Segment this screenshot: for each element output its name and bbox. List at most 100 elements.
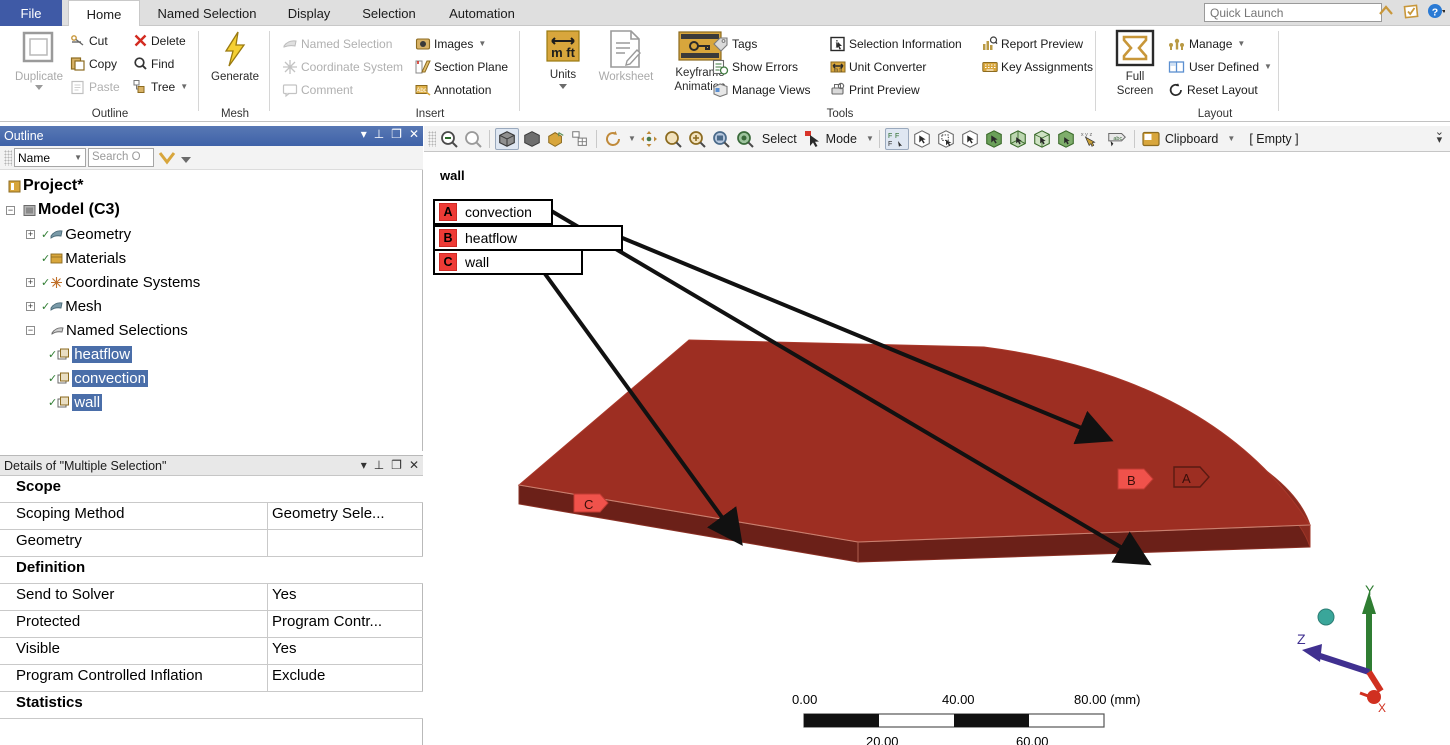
cut-button[interactable]: Cut bbox=[70, 31, 108, 50]
rotate-dropdown-icon[interactable]: ▼ bbox=[628, 134, 636, 143]
show-errors-button[interactable]: Show Errors bbox=[712, 57, 798, 76]
details-value-send-to-solver[interactable]: Yes bbox=[268, 584, 423, 610]
tree-item-geometry[interactable]: + ✓ Geometry bbox=[0, 222, 423, 246]
tab-selection[interactable]: Selection bbox=[350, 0, 428, 26]
details-value-visible[interactable]: Yes bbox=[268, 638, 423, 664]
outline-close-icon[interactable]: ✕ bbox=[409, 127, 419, 141]
rotate-button[interactable] bbox=[602, 128, 624, 150]
key-assignments-button[interactable]: Key Assignments bbox=[982, 57, 1093, 76]
selection-information-button[interactable]: i Selection Information bbox=[830, 34, 962, 53]
tree-item-mesh[interactable]: + ✓ Mesh bbox=[0, 294, 423, 318]
manage-views-button[interactable]: Manage Views bbox=[712, 80, 811, 99]
duplicate-button[interactable]: Duplicate bbox=[4, 29, 74, 91]
single-select-button[interactable] bbox=[911, 128, 933, 150]
mode-dropdown-icon[interactable]: ▼ bbox=[866, 134, 874, 143]
tree-item-project[interactable]: Project* bbox=[0, 174, 423, 198]
outline-filter-dropdown[interactable]: Name ▼ bbox=[14, 148, 86, 167]
user-defined-dropdown-icon[interactable]: ▼ bbox=[1264, 62, 1272, 71]
tree-item-wall[interactable]: ✓ wall bbox=[0, 390, 423, 414]
details-value-geometry[interactable] bbox=[268, 530, 423, 556]
zoom-to-fit-button[interactable] bbox=[710, 128, 732, 150]
tab-display[interactable]: Display bbox=[276, 0, 342, 26]
zoom-out-button[interactable] bbox=[438, 128, 460, 150]
tab-automation[interactable]: Automation bbox=[434, 0, 530, 26]
details-row-protected[interactable]: Protected Program Contr... bbox=[0, 611, 423, 638]
toolbar-overflow-button[interactable]: ⌄ ▾ bbox=[1435, 127, 1444, 146]
legend-item-c[interactable]: C wall bbox=[433, 249, 583, 275]
copy-button[interactable]: Copy bbox=[70, 54, 117, 73]
pan-button[interactable] bbox=[638, 128, 660, 150]
box-volume-select-button[interactable] bbox=[959, 128, 981, 150]
tree-expander-coordinate-systems[interactable]: + bbox=[26, 277, 35, 287]
box-zoom-button[interactable] bbox=[686, 128, 708, 150]
clipboard-button[interactable]: Clipboard bbox=[1140, 128, 1224, 150]
selection-filter-button[interactable]: F F F bbox=[884, 127, 909, 150]
search-go-icon[interactable] bbox=[158, 150, 176, 166]
tree-expander-mesh[interactable]: + bbox=[26, 301, 35, 311]
details-value-program-controlled-inflation[interactable]: Exclude bbox=[268, 665, 423, 691]
search-options-dropdown-icon[interactable] bbox=[180, 154, 192, 166]
tree-expander-named-selections[interactable]: − bbox=[26, 325, 35, 335]
units-dropdown-icon[interactable] bbox=[558, 83, 568, 90]
report-preview-button[interactable]: Report Preview bbox=[982, 34, 1083, 53]
tree-item-named-selections[interactable]: − Named Selections bbox=[0, 318, 423, 342]
comment-button[interactable]: Comment bbox=[282, 80, 353, 99]
shaded-exterior-edges-button[interactable] bbox=[495, 127, 519, 150]
details-menu-icon[interactable]: ▾ bbox=[361, 458, 367, 472]
manage-dropdown-icon[interactable]: ▼ bbox=[1237, 39, 1245, 48]
extend-select-button[interactable] bbox=[1031, 128, 1053, 150]
xyz-probe-button[interactable]: x y z bbox=[1079, 128, 1103, 150]
tree-item-materials[interactable]: ✓ Materials bbox=[0, 246, 423, 270]
zoom-in-button[interactable] bbox=[462, 128, 484, 150]
tree-item-heatflow[interactable]: ✓ heatflow bbox=[0, 342, 423, 366]
delete-button[interactable]: Delete bbox=[133, 31, 186, 50]
find-button[interactable]: Find bbox=[133, 54, 174, 73]
tab-named-selection[interactable]: Named Selection bbox=[143, 0, 271, 26]
details-pin-icon[interactable]: ⊥ bbox=[374, 458, 384, 472]
outline-maximize-icon[interactable]: ❐ bbox=[391, 127, 402, 141]
clipboard-dropdown-icon[interactable]: ▼ bbox=[1227, 134, 1235, 143]
print-preview-button[interactable]: Print Preview bbox=[830, 80, 920, 99]
graphics-viewport[interactable]: C B A Y Z X wall A convection B heatflow… bbox=[424, 152, 1450, 745]
tab-file[interactable]: File bbox=[0, 0, 62, 26]
graphics-toolbar-grip[interactable] bbox=[428, 130, 436, 147]
mode-button[interactable]: Mode bbox=[803, 128, 862, 150]
lasso-volume-select-button[interactable] bbox=[1007, 128, 1029, 150]
coordinate-system-button[interactable]: Coordinate System bbox=[282, 57, 403, 76]
images-dropdown-icon[interactable]: ▼ bbox=[478, 39, 486, 48]
full-screen-button[interactable]: Full Screen bbox=[1104, 29, 1166, 97]
box-select-button[interactable] bbox=[935, 128, 957, 150]
lasso-select-button[interactable] bbox=[983, 128, 1005, 150]
details-row-program-controlled-inflation[interactable]: Program Controlled Inflation Exclude bbox=[0, 665, 423, 692]
generate-button[interactable]: Generate bbox=[200, 29, 270, 83]
manage-button[interactable]: Manage ▼ bbox=[1168, 34, 1245, 53]
details-value-scoping-method[interactable]: Geometry Sele... bbox=[268, 503, 423, 529]
details-value-protected[interactable]: Program Contr... bbox=[268, 611, 423, 637]
tree-item-coordinate-systems[interactable]: + ✓ Coordinate Systems bbox=[0, 270, 423, 294]
select-mesh-button[interactable] bbox=[1055, 128, 1077, 150]
triad-origin-sphere[interactable] bbox=[1317, 608, 1335, 626]
outline-pin-icon[interactable]: ⊥ bbox=[374, 127, 384, 141]
details-group-definition[interactable]: − Definition bbox=[0, 557, 423, 584]
outline-menu-icon[interactable]: ▾ bbox=[361, 127, 367, 141]
tab-home[interactable]: Home bbox=[68, 0, 140, 27]
paste-button[interactable]: Paste bbox=[70, 77, 120, 96]
images-button[interactable]: Images ▼ bbox=[415, 34, 486, 53]
details-row-scoping-method[interactable]: Scoping Method Geometry Sele... bbox=[0, 503, 423, 530]
details-group-statistics[interactable]: + Statistics bbox=[0, 692, 423, 719]
tags-button[interactable]: Tags bbox=[712, 34, 757, 53]
legend-item-b[interactable]: B heatflow bbox=[433, 225, 623, 251]
duplicate-dropdown-icon[interactable] bbox=[34, 84, 44, 91]
details-group-scope[interactable]: − Scope bbox=[0, 476, 423, 503]
tree-item-model[interactable]: − Model (C3) bbox=[0, 198, 423, 222]
quick-launch-input[interactable] bbox=[1204, 3, 1382, 22]
show-mesh-button[interactable] bbox=[569, 128, 591, 150]
label-button[interactable]: abc bbox=[1105, 128, 1129, 150]
user-defined-button[interactable]: User Defined ▼ bbox=[1168, 57, 1272, 76]
zoom-region-button[interactable] bbox=[662, 128, 684, 150]
worksheet-button[interactable]: Worksheet bbox=[582, 29, 670, 83]
help-icon[interactable]: ? bbox=[1427, 2, 1445, 20]
details-row-geometry[interactable]: Geometry bbox=[0, 530, 423, 557]
magnifier-button[interactable] bbox=[734, 128, 756, 150]
legend-item-a[interactable]: A convection bbox=[433, 199, 553, 225]
